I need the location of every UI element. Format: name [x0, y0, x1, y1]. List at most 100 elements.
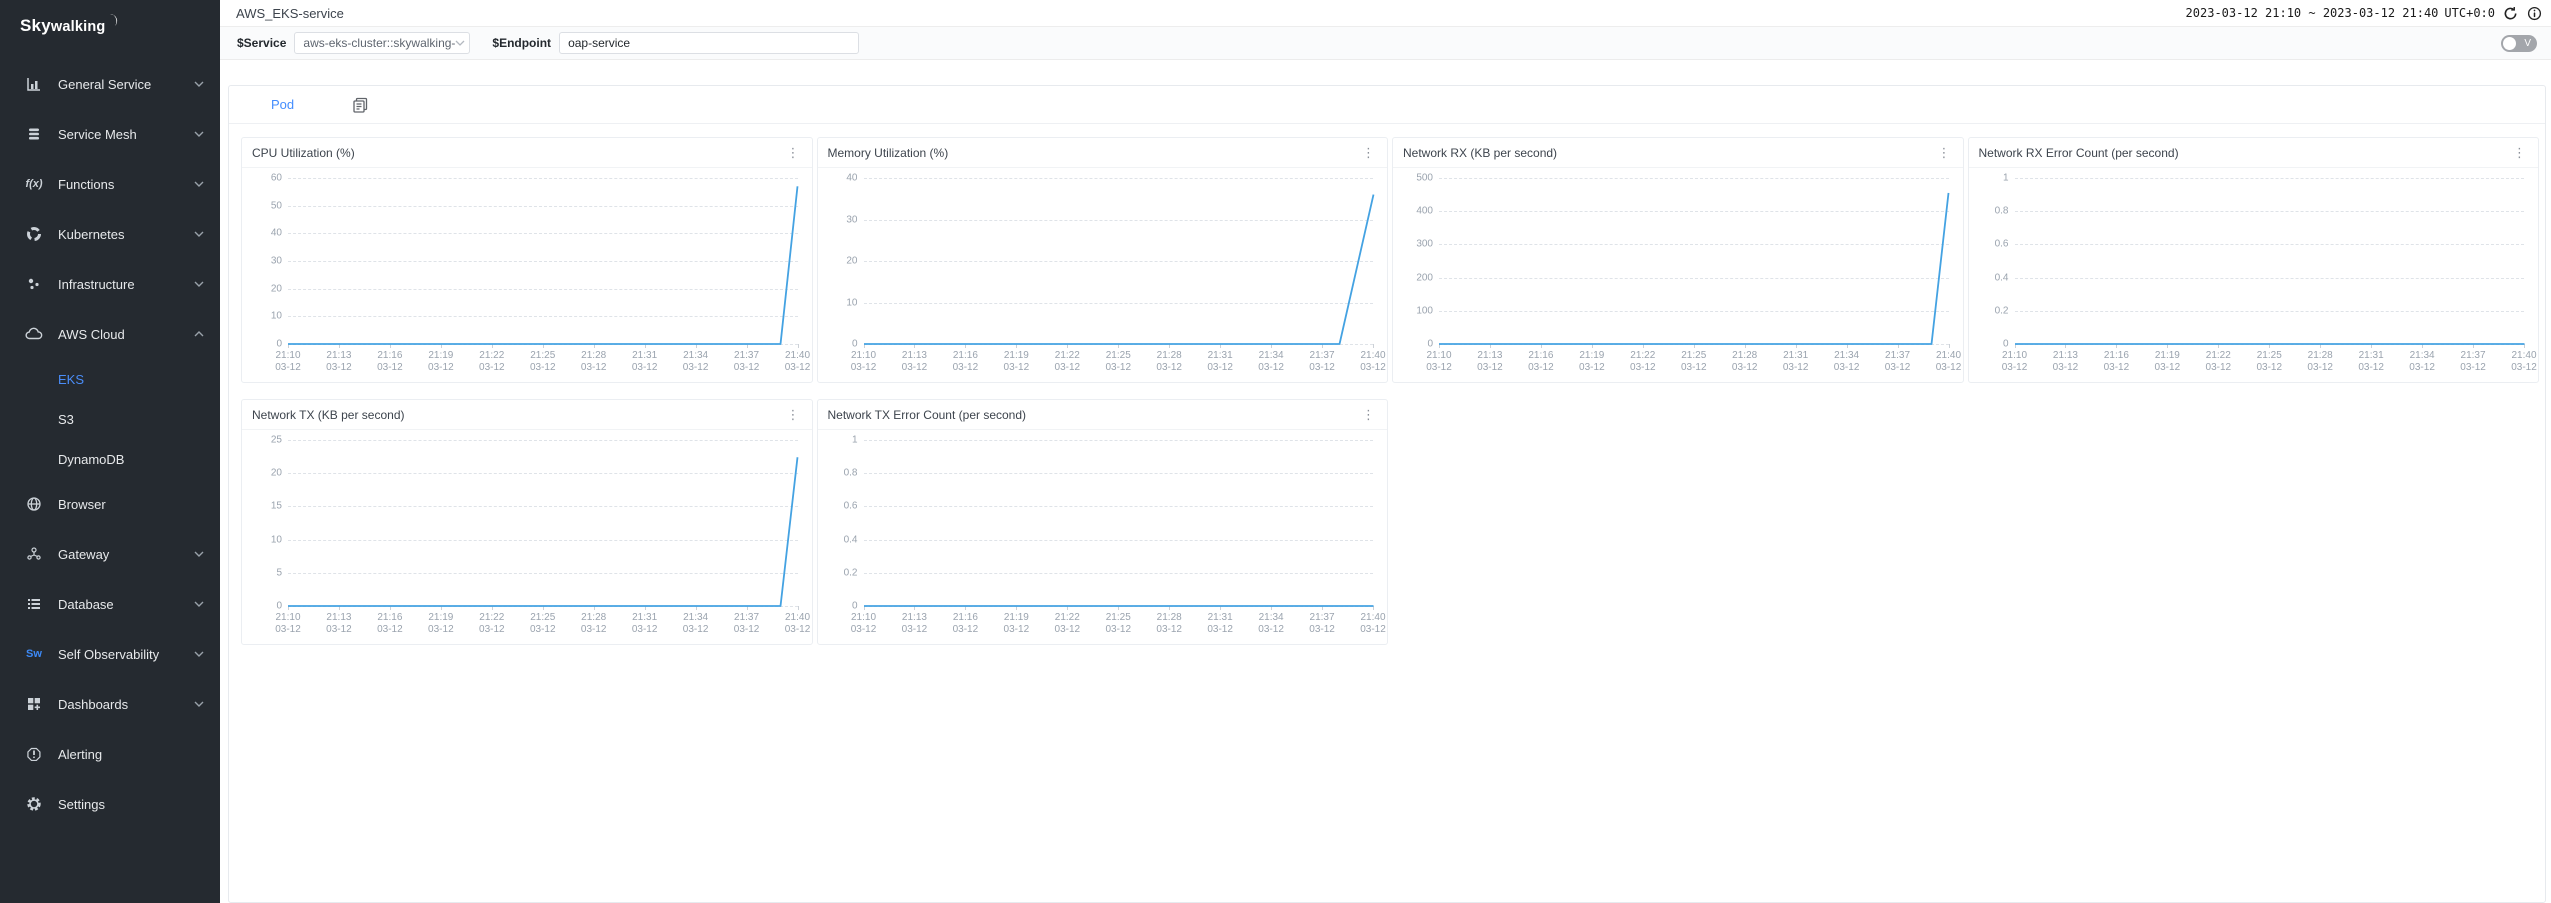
sidebar-item-label: General Service: [58, 77, 194, 92]
x-tick-mark: [2524, 344, 2525, 348]
sidebar-item-alerting[interactable]: Alerting: [0, 729, 220, 779]
x-axis-label: 21:3403-12: [683, 612, 709, 636]
x-axis-label: 21:1003-12: [851, 612, 877, 636]
x-axis-label: 21:2503-12: [1105, 350, 1131, 374]
sidebar-subitem-s3[interactable]: S3: [0, 399, 220, 439]
plot-area: 01020304021:1003-1221:1303-1221:1603-122…: [864, 178, 1374, 344]
y-axis-label: 0.6: [822, 501, 858, 512]
chart-canvas[interactable]: 051015202521:1003-1221:1303-1221:1603-12…: [242, 430, 812, 644]
x-axis-label: 21:2803-12: [1156, 612, 1182, 636]
x-axis-label: 21:1003-12: [275, 612, 301, 636]
x-axis-label: 21:4003-12: [2511, 350, 2537, 374]
series-line: [864, 440, 1374, 606]
sidebar-item-label: Database: [58, 597, 194, 612]
kebab-menu-icon[interactable]: ⋮: [785, 145, 802, 161]
x-axis-label: 21:1903-12: [2155, 350, 2181, 374]
chevron-down-icon: [194, 701, 204, 707]
chart-title: CPU Utilization (%): [252, 146, 355, 160]
sidebar-subitem-label: EKS: [58, 372, 84, 387]
x-axis-label: 21:1303-12: [326, 612, 352, 636]
x-axis-label: 21:2803-12: [1156, 350, 1182, 374]
sidebar-item-gateway[interactable]: Gateway: [0, 529, 220, 579]
kebab-menu-icon[interactable]: ⋮: [785, 407, 802, 423]
sidebar-item-infrastructure[interactable]: Infrastructure: [0, 259, 220, 309]
sidebar-item-settings[interactable]: Settings: [0, 779, 220, 829]
x-axis-label: 21:3103-12: [1783, 350, 1809, 374]
x-axis-label: 21:2203-12: [479, 612, 505, 636]
sidebar-item-self-observability[interactable]: Sw Self Observability: [0, 629, 220, 679]
dashboard-panel: Pod CPU Utilization (%) ⋮ 01020304050602…: [228, 85, 2546, 903]
x-axis-label: 21:1603-12: [953, 612, 979, 636]
sidebar-subitem-label: DynamoDB: [58, 452, 124, 467]
y-axis-label: 30: [246, 256, 282, 267]
skywalking-logo[interactable]: Skywalking: [0, 0, 220, 42]
x-axis-label: 21:2503-12: [1105, 612, 1131, 636]
x-axis-label: 21:3103-12: [1207, 350, 1233, 374]
y-axis-label: 40: [822, 173, 858, 184]
chart-canvas[interactable]: 00.20.40.60.8121:1003-1221:1303-1221:160…: [1969, 168, 2539, 382]
kebab-menu-icon[interactable]: ⋮: [1360, 407, 1377, 423]
sidebar-item-functions[interactable]: f(x) Functions: [0, 159, 220, 209]
service-select[interactable]: aws-eks-cluster::skywalking-yp: [294, 32, 470, 54]
x-axis-label: 21:2803-12: [2307, 350, 2333, 374]
app-root: Skywalking General Service Service Mesh: [0, 0, 2551, 903]
view-mode-toggle[interactable]: V: [2501, 35, 2537, 52]
x-axis-label: 21:2203-12: [2206, 350, 2232, 374]
x-axis-label: 21:1903-12: [1004, 612, 1030, 636]
sidebar-nav: General Service Service Mesh f(x) Functi…: [0, 42, 220, 829]
chart-canvas[interactable]: 010020030040050021:1003-1221:1303-1221:1…: [1393, 168, 1963, 382]
sidebar-subitem-dynamodb[interactable]: DynamoDB: [0, 439, 220, 479]
x-tick-mark: [798, 344, 799, 348]
card-header: Memory Utilization (%) ⋮: [818, 138, 1388, 168]
chart-canvas[interactable]: 00.20.40.60.8121:1003-1221:1303-1221:160…: [818, 430, 1388, 644]
chart-canvas[interactable]: 010203040506021:1003-1221:1303-1221:1603…: [242, 168, 812, 382]
sidebar-item-browser[interactable]: Browser: [0, 479, 220, 529]
y-axis-label: 0.8: [1973, 206, 2009, 217]
sidebar-item-kubernetes[interactable]: Kubernetes: [0, 209, 220, 259]
y-axis-label: 20: [246, 283, 282, 294]
endpoint-input[interactable]: [559, 32, 859, 54]
sidebar-item-service-mesh[interactable]: Service Mesh: [0, 109, 220, 159]
plot-area: 010203040506021:1003-1221:1303-1221:1603…: [288, 178, 798, 344]
copy-icon[interactable]: [352, 97, 368, 113]
sidebar-item-aws-cloud[interactable]: AWS Cloud: [0, 309, 220, 359]
x-axis-label: 21:4003-12: [1936, 350, 1962, 374]
chart-card-cpu-utilization: CPU Utilization (%) ⋮ 010203040506021:10…: [241, 137, 813, 383]
sidebar-item-label: Settings: [58, 797, 204, 812]
y-axis-label: 0: [822, 601, 858, 612]
tab-pod[interactable]: Pod: [271, 97, 294, 112]
globe-icon: [24, 496, 44, 512]
time-range-picker[interactable]: 2023-03-12 21:10 ~ 2023-03-12 21:40: [2186, 6, 2439, 20]
info-button[interactable]: [2525, 4, 2543, 22]
x-axis-label: 21:3703-12: [734, 350, 760, 374]
y-axis-label: 50: [246, 200, 282, 211]
refresh-button[interactable]: [2501, 4, 2519, 22]
chevron-down-icon: [194, 281, 204, 287]
y-axis-label: 1: [1973, 173, 2009, 184]
sidebar-item-database[interactable]: Database: [0, 579, 220, 629]
series-line: [1439, 178, 1949, 344]
chart-canvas[interactable]: 01020304021:1003-1221:1303-1221:1603-122…: [818, 168, 1388, 382]
tab-bar: Pod: [229, 86, 2545, 124]
topbar: AWS_EKS-service 2023-03-12 21:10 ~ 2023-…: [220, 0, 2551, 27]
y-axis-label: 0.2: [1973, 305, 2009, 316]
x-tick-mark: [798, 606, 799, 610]
x-axis-label: 21:1003-12: [851, 350, 877, 374]
x-axis-label: 21:2803-12: [581, 350, 607, 374]
chevron-up-icon: [194, 331, 204, 337]
kebab-menu-icon[interactable]: ⋮: [1936, 145, 1953, 161]
sidebar-item-dashboards[interactable]: Dashboards: [0, 679, 220, 729]
y-axis-label: 5: [246, 567, 282, 578]
topbar-right: 2023-03-12 21:10 ~ 2023-03-12 21:40 UTC+…: [2186, 4, 2543, 22]
database-icon: [24, 596, 44, 612]
kebab-menu-icon[interactable]: ⋮: [2511, 145, 2528, 161]
sidebar-item-general-service[interactable]: General Service: [0, 59, 220, 109]
chart-title: Network RX (KB per second): [1403, 146, 1557, 160]
fx-icon: f(x): [24, 178, 44, 190]
x-axis-label: 21:1603-12: [377, 612, 403, 636]
x-axis-label: 21:3103-12: [632, 350, 658, 374]
crescent-icon: [106, 13, 120, 32]
y-axis-label: 10: [246, 534, 282, 545]
sidebar-subitem-eks[interactable]: EKS: [0, 359, 220, 399]
kebab-menu-icon[interactable]: ⋮: [1360, 145, 1377, 161]
